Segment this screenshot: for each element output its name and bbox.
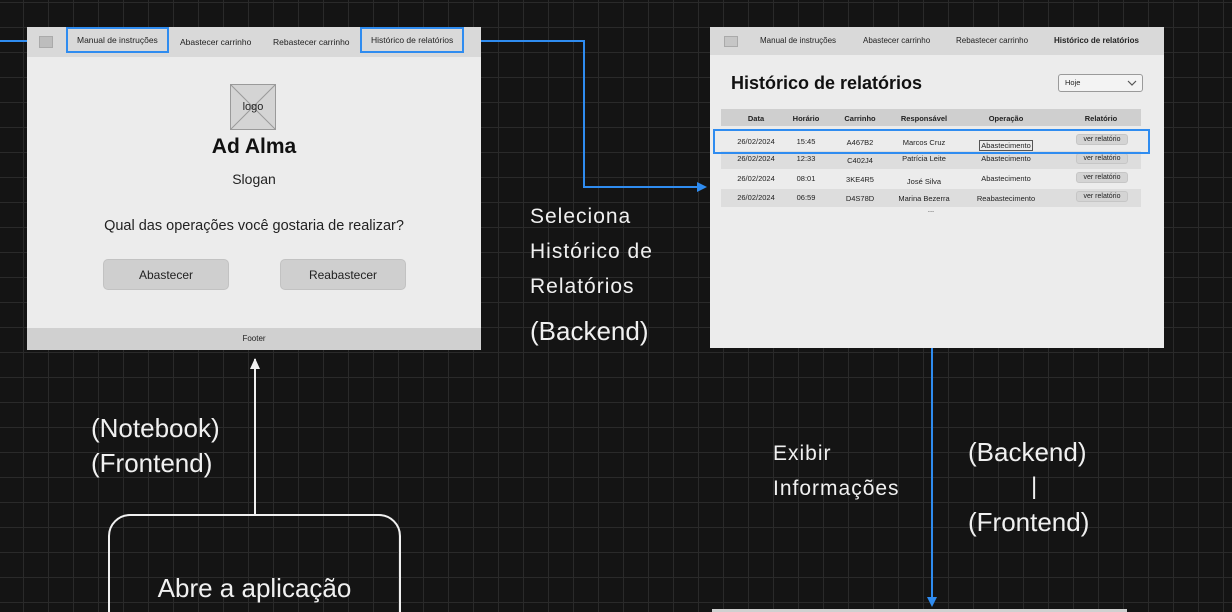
date-filter-select[interactable]: Hoje: [1058, 74, 1143, 92]
col-header-operacao: Operação: [988, 114, 1024, 123]
navbar-logo-icon: [39, 36, 53, 48]
home-navbar: Manual de instruções Abastecer carrinho …: [27, 27, 481, 57]
label-frontend-2: (Frontend): [968, 507, 1090, 537]
nav-abastecer-link[interactable]: Abastecer carrinho: [863, 27, 930, 55]
cell-data: 26/02/2024: [737, 174, 775, 183]
date-filter-value: Hoje: [1065, 78, 1081, 87]
chevron-down-icon: [1127, 80, 1137, 86]
label-informacoes: Informações: [773, 477, 900, 500]
label-backend: (Backend): [530, 316, 649, 346]
reports-navbar: Manual de instruções Abastecer carrinho …: [710, 27, 1164, 55]
cell-carrinho: C402J4: [847, 156, 873, 165]
nav-rebastecer-link[interactable]: Rebastecer carrinho: [273, 27, 350, 57]
ver-relatorio-button[interactable]: ver relatório: [1076, 172, 1128, 183]
label-relatorios: Relatórios: [530, 275, 635, 298]
nav-manual-link[interactable]: Manual de instruções: [760, 27, 836, 55]
cell-responsavel: José Silva: [906, 177, 942, 186]
footer: Footer: [27, 328, 481, 350]
more-rows-indicator: ...: [927, 205, 935, 214]
navbar-logo-icon: [724, 36, 738, 47]
cell-carrinho: 3KE4R5: [846, 175, 874, 184]
nav-historico-link[interactable]: Histórico de relatórios: [1054, 27, 1139, 55]
table-row: 26/02/2024 08:01 3KE4R5 José Silva Abast…: [721, 170, 1141, 188]
cell-data: 26/02/2024: [737, 154, 775, 163]
col-header-horario: Horário: [792, 114, 820, 123]
reabastecer-button[interactable]: Reabastecer: [280, 259, 406, 290]
cell-operacao: Abastecimento: [981, 174, 1031, 183]
nav-rebastecer-link[interactable]: Rebastecer carrinho: [956, 27, 1028, 55]
cell-horario: 08:01: [796, 174, 816, 183]
logo-placeholder: logo: [230, 84, 276, 130]
brand-name: Ad Alma: [211, 135, 297, 158]
connector-historico-to-reports: [459, 40, 707, 192]
label-historico-de: Histórico de: [530, 240, 653, 263]
operation-question: Qual das operações você gostaria de real…: [104, 218, 404, 234]
label-seleciona: Seleciona: [530, 205, 632, 228]
cell-horario: 12:33: [796, 154, 816, 163]
start-step-label: Abre a aplicação: [157, 573, 352, 603]
logo-text: logo: [242, 101, 264, 113]
cell-operacao: Abastecimento: [981, 154, 1031, 163]
page-title: Histórico de relatórios: [731, 73, 923, 93]
cell-horario: 06:59: [796, 193, 816, 202]
label-separator: |: [1031, 473, 1038, 500]
cell-responsavel: Marina Bezerra: [898, 194, 950, 203]
label-backend-2: (Backend): [968, 437, 1087, 467]
nav-historico-link[interactable]: Histórico de relatórios: [360, 27, 465, 53]
col-header-carrinho: Carrinho: [844, 114, 876, 123]
ver-relatorio-button[interactable]: ver relatório: [1076, 153, 1128, 164]
cell-responsavel: Patrícia Leite: [902, 154, 946, 163]
label-exibir: Exibir: [773, 442, 832, 465]
table-header: Data Horário Carrinho Responsável Operaç…: [721, 109, 1141, 126]
cell-operacao: Reabastecimento: [976, 194, 1036, 203]
home-screen-mockup: Manual de instruções Abastecer carrinho …: [27, 27, 481, 350]
reports-screen-mockup: Manual de instruções Abastecer carrinho …: [710, 27, 1164, 348]
label-frontend: (Frontend): [91, 448, 213, 478]
label-notebook: (Notebook): [91, 413, 220, 443]
abastecer-button[interactable]: Abastecer: [103, 259, 229, 290]
cell-carrinho: D4S78D: [845, 194, 875, 203]
selected-row-highlight: [713, 129, 1150, 154]
cell-data: 26/02/2024: [737, 193, 775, 202]
start-step-node: Abre a aplicação: [108, 514, 401, 612]
ver-relatorio-button[interactable]: ver relatório: [1076, 191, 1128, 202]
col-header-responsavel: Responsável: [900, 114, 948, 123]
nav-abastecer-link[interactable]: Abastecer carrinho: [180, 27, 251, 57]
col-header-data: Data: [747, 114, 765, 123]
slogan: Slogan: [232, 171, 276, 187]
nav-manual-link[interactable]: Manual de instruções: [66, 27, 169, 53]
col-header-relatorio: Relatório: [1084, 114, 1118, 123]
